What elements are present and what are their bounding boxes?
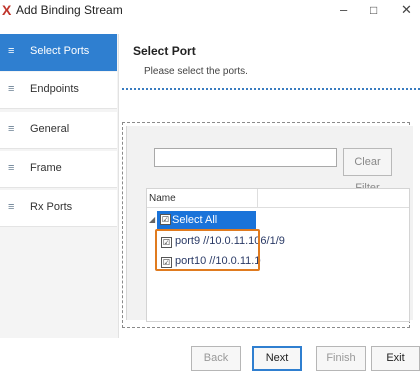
title-bar: X Add Binding Stream – □ ✕ xyxy=(0,0,420,26)
list-icon: ≡ xyxy=(8,123,15,135)
minimize-button[interactable]: – xyxy=(340,2,347,18)
annotation-highlight-box xyxy=(155,229,260,271)
sidebar-item-rx-ports[interactable]: ≡ Rx Ports xyxy=(0,190,117,227)
sidebar-item-label: Frame xyxy=(30,162,62,174)
select-all-label: Select All xyxy=(172,214,218,226)
page-title: Select Port xyxy=(133,44,196,58)
tree-header: Name xyxy=(147,189,409,208)
window-title: Add Binding Stream xyxy=(16,3,123,17)
next-button[interactable]: Next xyxy=(252,346,302,371)
sidebar-item-label: Rx Ports xyxy=(30,201,73,213)
close-button[interactable]: ✕ xyxy=(401,2,412,18)
maximize-button[interactable]: □ xyxy=(370,2,377,18)
column-header-name[interactable]: Name xyxy=(149,193,176,204)
sidebar-item-label: Select Ports xyxy=(30,45,90,57)
clear-filter-button[interactable]: Clear Filter xyxy=(343,148,392,194)
filter-input[interactable] xyxy=(154,148,337,167)
sidebar-item-label: Endpoints xyxy=(30,83,79,95)
exit-button[interactable]: Exit xyxy=(371,346,420,371)
column-divider xyxy=(257,189,258,207)
checkbox-checked-icon[interactable]: ☑ xyxy=(160,214,171,225)
sidebar-item-endpoints[interactable]: ≡ Endpoints xyxy=(0,72,117,109)
tree-row-select-all[interactable]: ◢ ☑ Select All xyxy=(147,211,259,229)
expand-arrow-icon[interactable]: ◢ xyxy=(149,215,155,224)
app-logo-icon: X xyxy=(2,2,12,18)
sidebar-item-general[interactable]: ≡ General xyxy=(0,112,117,149)
sidebar-item-frame[interactable]: ≡ Frame xyxy=(0,151,117,188)
page-subtitle: Please select the ports. xyxy=(144,66,248,77)
list-icon: ≡ xyxy=(8,201,15,213)
sidebar-item-select-ports[interactable]: ≡ Select Ports xyxy=(0,34,117,71)
header-divider xyxy=(122,88,420,90)
list-icon: ≡ xyxy=(8,83,15,95)
list-icon: ≡ xyxy=(8,45,15,57)
list-icon: ≡ xyxy=(8,162,15,174)
sidebar-item-label: General xyxy=(30,123,70,135)
wizard-sidebar: ≡ Select Ports ≡ Endpoints ≡ General ≡ F… xyxy=(0,34,119,338)
back-button[interactable]: Back xyxy=(191,346,241,371)
finish-button[interactable]: Finish xyxy=(316,346,366,371)
